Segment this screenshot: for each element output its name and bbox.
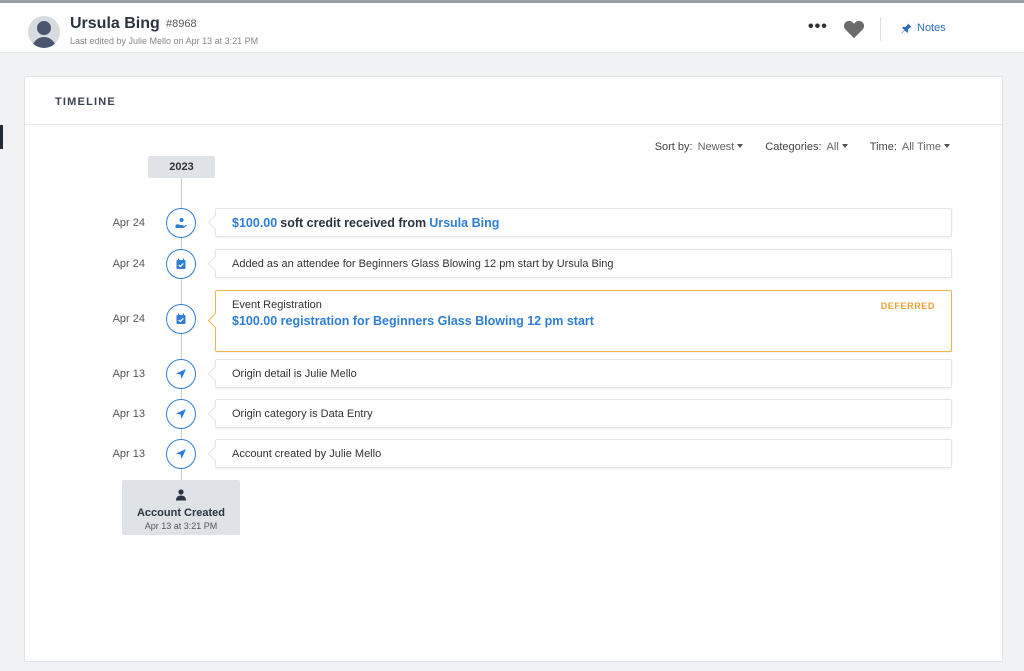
timeline-title: TIMELINE [55,96,116,108]
calendar-check-icon [166,304,196,334]
sort-by-label: Sort by: [654,141,693,153]
timeline-item-account-created[interactable]: Account created by Julie Mello [215,439,952,468]
avatar[interactable] [28,16,60,48]
caret-down-icon [944,144,950,149]
time-dropdown[interactable]: Time: All Time [870,141,950,153]
last-edited-text: Last edited by Julie Mello on Apr 13 at … [70,36,259,46]
sort-by-value: Newest [697,141,735,153]
time-label: Time: [869,141,897,153]
calendar-check-icon [166,249,196,279]
caret-down-icon [737,144,744,149]
soft-credit-contact-link[interactable]: Ursula Bing [429,216,499,230]
soft-credit-text: soft credit received from [280,216,427,230]
notes-button[interactable]: Notes [901,22,946,34]
left-edge-marker [0,125,3,149]
timeline-item-origin-category[interactable]: Origin category is Data Entry [215,399,952,428]
location-arrow-icon [166,439,196,469]
year-badge: 2023 [148,156,215,178]
contact-header: Ursula Bing #8968 Last edited by Julie M… [0,0,1024,53]
location-arrow-icon [166,399,196,429]
deferred-status-badge: DEFERRED [880,301,935,311]
sort-by-dropdown[interactable]: Sort by: Newest [655,141,744,153]
event-registration-title: Event Registration [232,299,322,311]
header-divider [880,17,881,41]
account-created-label: Account Created [136,507,226,519]
categories-value: All [826,141,839,153]
person-icon [176,489,186,501]
more-options-button[interactable]: ••• [808,18,828,36]
account-created-badge: Account Created Apr 13 at 3:21 PM [122,480,240,535]
donation-hand-icon [166,208,196,238]
soft-credit-amount: $100.00 [232,216,278,230]
card-divider [25,124,1002,125]
item-date: Apr 13 [112,368,145,380]
event-registration-description[interactable]: $100.00 registration for Beginners Glass… [232,314,594,328]
item-date: Apr 13 [112,408,145,420]
account-created-date: Apr 13 at 3:21 PM [144,521,218,531]
item-date: Apr 24 [112,258,145,270]
timeline-item-origin-detail[interactable]: Origin detail is Julie Mello [215,359,952,388]
contact-name: Ursula Bing [70,15,160,32]
categories-label: Categories: [765,141,822,153]
timeline-item-event-registration[interactable]: Event Registration $100.00 registration … [215,290,952,352]
contact-id: #8968 [166,18,197,30]
timeline-card: TIMELINE Sort by: Newest Categories: All… [24,76,1003,662]
item-date: Apr 24 [112,313,145,325]
caret-down-icon [841,144,848,149]
time-value: All Time [901,141,941,153]
categories-dropdown[interactable]: Categories: All [765,141,848,153]
item-date: Apr 13 [112,448,145,460]
timeline-item-soft-credit[interactable]: $100.00 soft credit received from Ursula… [215,208,952,237]
pin-icon [901,22,912,33]
item-date: Apr 24 [112,217,145,229]
timeline-filters: Sort by: Newest Categories: All Time: Al… [655,141,950,153]
timeline-item-attendee[interactable]: Added as an attendee for Beginners Glass… [215,249,952,278]
notes-label: Notes [917,22,946,34]
heart-icon[interactable] [843,19,865,39]
location-arrow-icon [166,359,196,389]
